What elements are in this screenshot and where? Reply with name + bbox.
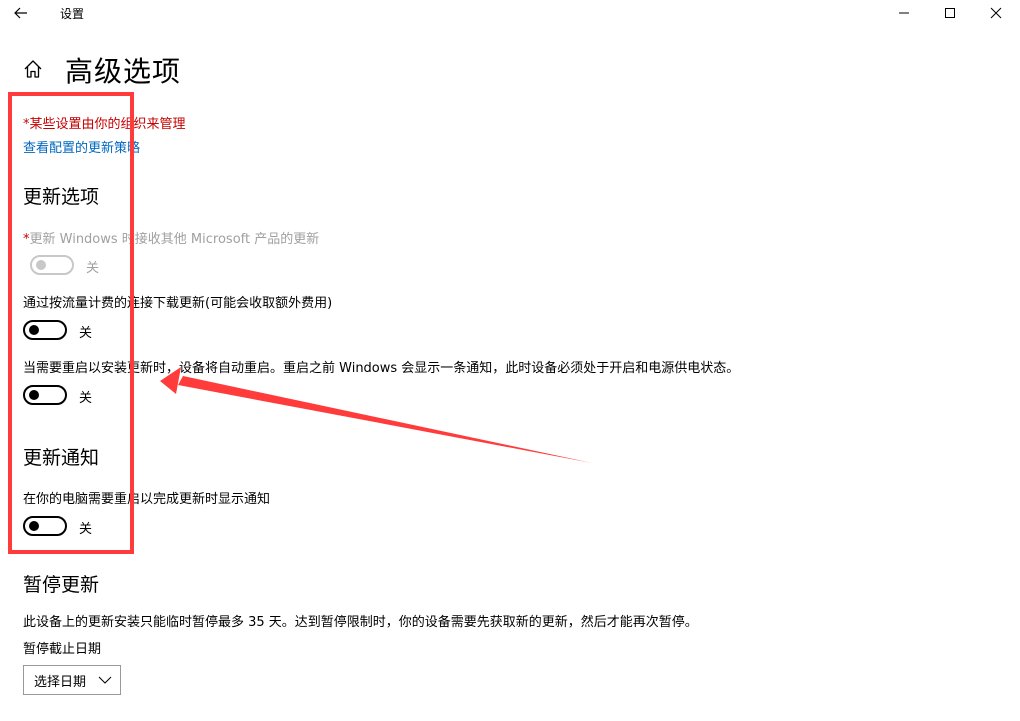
annotation-arrow [160, 367, 592, 463]
